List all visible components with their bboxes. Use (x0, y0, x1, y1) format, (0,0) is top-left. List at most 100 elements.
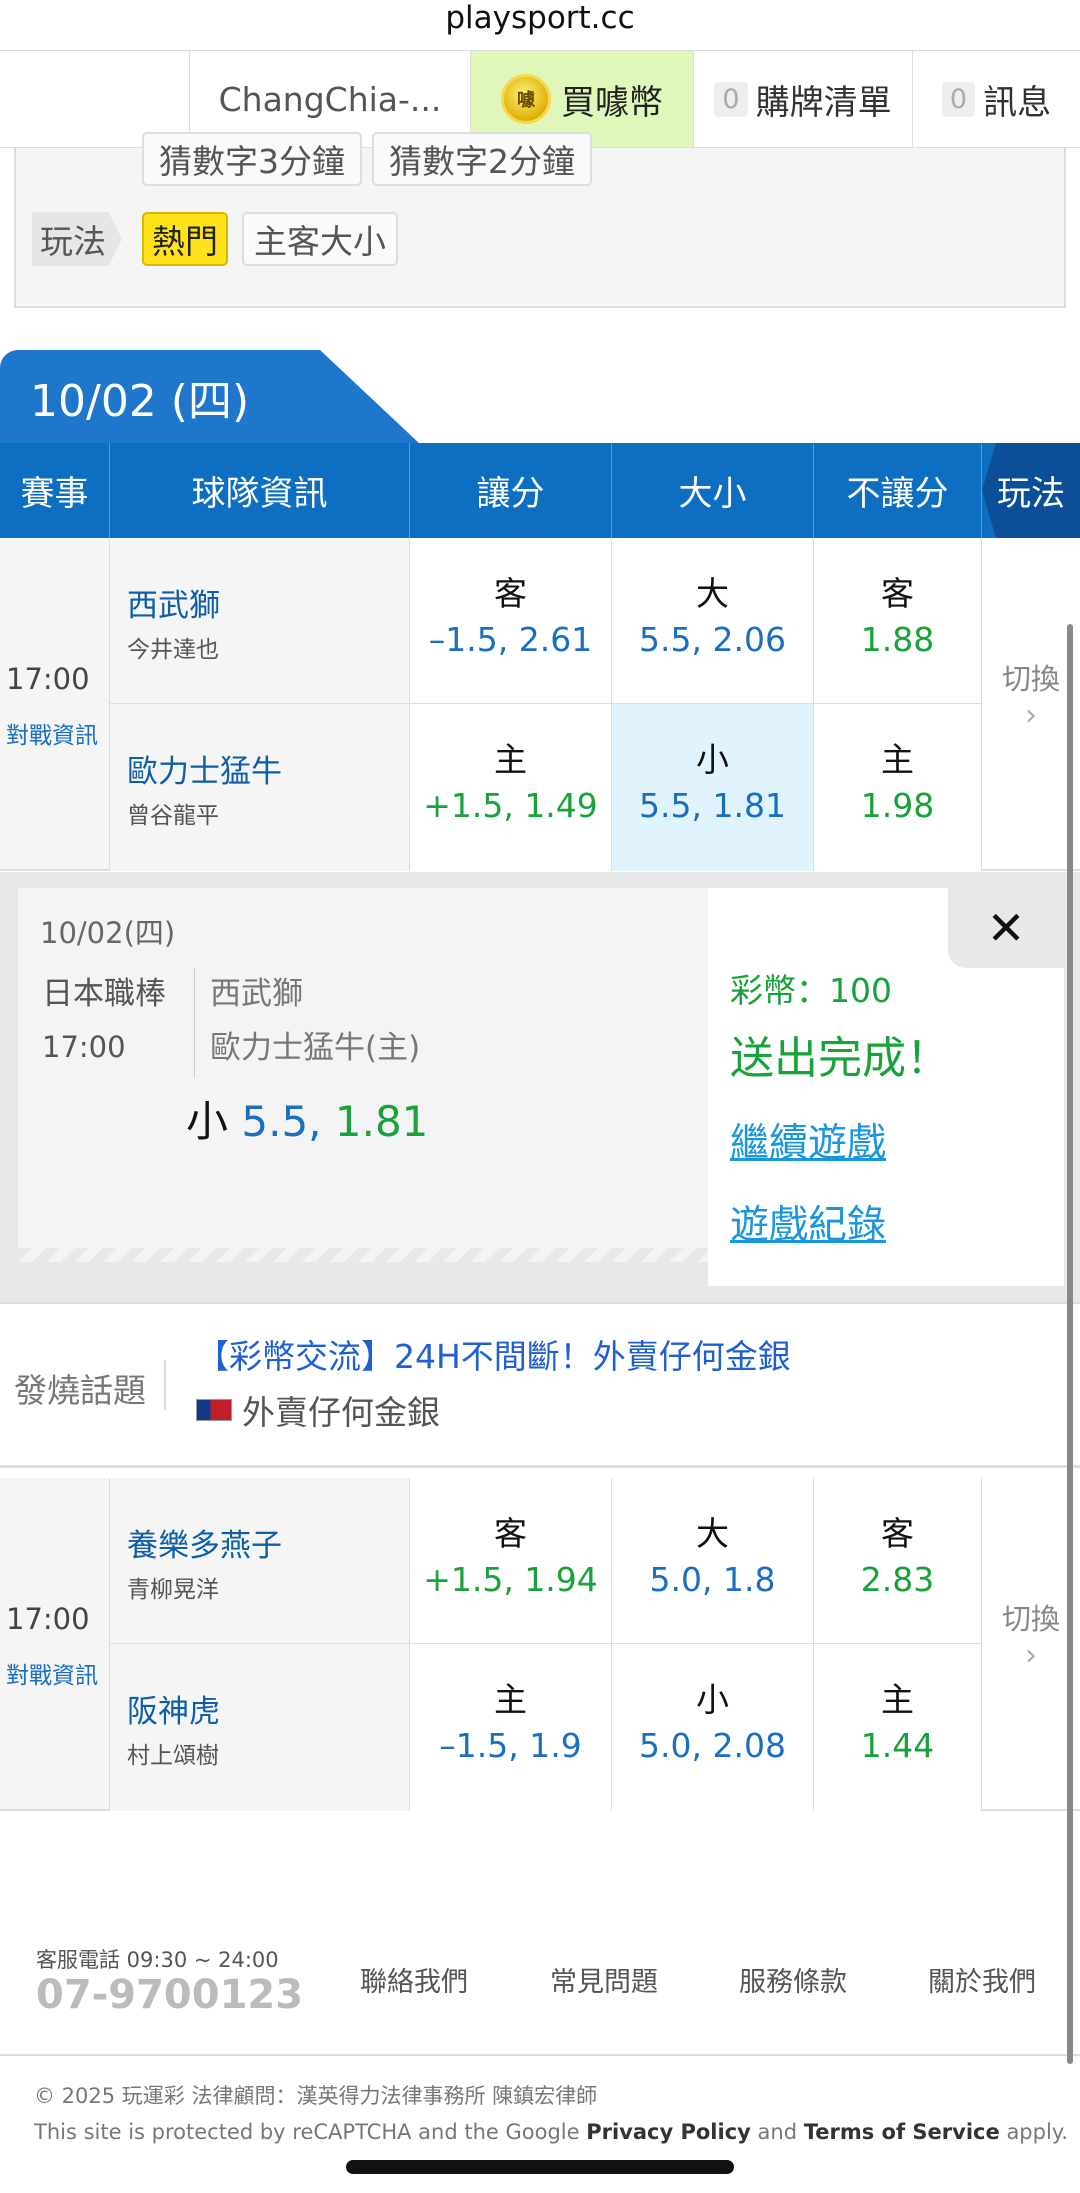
game-row-2: 17:00 對戰資訊 養樂多燕子 青柳晃洋 阪神虎 村上頌樹 客 +1.5, 1.… (0, 1478, 1080, 1811)
odds-ml-home[interactable]: 主 1.98 (814, 704, 982, 871)
filter-panel: 猜數字3分鐘 猜數字2分鐘 玩法 熱門 主客大小 (14, 132, 1066, 308)
coins-spent: 彩幣：100 (730, 971, 892, 1010)
team-name: 西武獅 (127, 588, 220, 624)
home-team-cell[interactable]: 阪神虎 村上頌樹 (110, 1644, 410, 1811)
odds-spread-away[interactable]: 客 +1.5, 1.94 (410, 1478, 612, 1643)
footer-link-terms[interactable]: 服務條款 (739, 1960, 847, 1999)
buy-coins-label: 買噱幣 (561, 82, 663, 123)
row-divider (110, 1643, 982, 1644)
url-text: playsport.cc (445, 0, 635, 36)
msg-count-badge: 0 (941, 81, 976, 117)
continue-game-link[interactable]: 繼續遊戲 (730, 1112, 886, 1168)
game-row-1: 17:00 對戰資訊 西武獅 今井達也 歐力士猛牛 曾谷龍平 客 –1.5, 2.… (0, 538, 1080, 871)
close-icon[interactable]: ✕ (948, 888, 1064, 968)
odds-ml-away[interactable]: 客 2.83 (814, 1478, 982, 1643)
url-bar[interactable]: playsport.cc (0, 0, 1080, 50)
ticket-time: 17:00 (42, 1030, 126, 1064)
chevron-right-icon: › (1025, 1638, 1037, 1673)
chevron-right-icon: › (1025, 698, 1037, 733)
footer-link-about[interactable]: 關於我們 (928, 1960, 1036, 1999)
table-header: 賽事 球隊資訊 讓分 大小 不讓分 玩法 (0, 443, 1080, 538)
cart-label: 購牌清單 (755, 82, 892, 123)
footer-link-faq[interactable]: 常見問題 (550, 1960, 658, 1999)
messages-label: 訊息 (983, 82, 1052, 123)
hot-topic-divider (164, 1360, 166, 1410)
pick-label: 小 (186, 1097, 229, 1146)
home-indicator[interactable] (346, 2160, 734, 2174)
home-team-cell[interactable]: 歐力士猛牛 曾谷龍平 (110, 704, 410, 871)
away-team-cell[interactable]: 養樂多燕子 青柳晃洋 (110, 1478, 410, 1643)
author-avatar-icon (196, 1399, 232, 1421)
team-name: 歐力士猛牛 (127, 754, 282, 790)
privacy-policy-link[interactable]: Privacy Policy (586, 2120, 751, 2144)
cart-count-badge: 0 (714, 81, 748, 117)
filter-chip-guess2[interactable]: 猜數字2分鐘 (372, 132, 592, 186)
vs-info-link[interactable]: 對戰資訊 (6, 716, 98, 750)
date-tab[interactable]: 10/02 (四) (0, 350, 420, 444)
ticket-league: 日本職棒 (42, 976, 166, 1012)
odds-total-over[interactable]: 大 5.5, 2.06 (612, 538, 814, 703)
game-record-link[interactable]: 遊戲紀錄 (730, 1194, 886, 1250)
odds-ml-home[interactable]: 主 1.44 (814, 1644, 982, 1811)
header-total: 大小 (612, 443, 814, 538)
header-event: 賽事 (0, 443, 110, 538)
game-time-cell: 17:00 對戰資訊 (0, 1478, 110, 1809)
hot-topic-author[interactable]: 外賣仔何金銀 (196, 1386, 440, 1434)
switch-play-button[interactable]: 切換 › (982, 538, 1080, 869)
hot-topic-bar: 發燒話題 【彩幣交流】24H不間斷！外賣仔何金銀 外賣仔何金銀 (0, 1302, 1080, 1468)
game-time: 17:00 (6, 1602, 90, 1636)
filter-chip-guess3[interactable]: 猜數字3分鐘 (142, 132, 362, 186)
switch-label: 切換 (1001, 1602, 1060, 1636)
footer-link-contact[interactable]: 聯絡我們 (360, 1960, 468, 1999)
filter-chip-home-away[interactable]: 主客大小 (242, 212, 398, 266)
odds-total-under-selected[interactable]: 小 5.5, 1.81 (612, 704, 814, 871)
ticket-team-home: 歐力士猛牛(主) (210, 1030, 421, 1066)
row-divider (110, 703, 982, 704)
filter-chip-hot[interactable]: 熱門 (142, 212, 228, 266)
terms-of-service-link[interactable]: Terms of Service (804, 2120, 1000, 2144)
pick-odds: 1.81 (334, 1097, 429, 1146)
header-moneyline: 不讓分 (814, 443, 982, 538)
pitcher-name: 曾谷龍平 (127, 803, 219, 829)
switch-label: 切換 (1001, 662, 1060, 696)
copyright: © 2025 玩運彩 法律顧問：漢英得力法律事務所 陳鎮宏律師 (34, 2084, 598, 2108)
play-mode-label: 玩法 (32, 212, 122, 266)
pick-line: 5.5, (241, 1097, 322, 1146)
ticket-date: 10/02(四) (40, 916, 176, 950)
service-phone[interactable]: 07-9700123 (36, 1972, 303, 2018)
odds-total-under[interactable]: 小 5.0, 2.08 (612, 1644, 814, 1811)
footer-divider (0, 2054, 1080, 2056)
hot-topic-title-link[interactable]: 【彩幣交流】24H不間斷！外賣仔何金銀 (196, 1330, 791, 1378)
game-time: 17:00 (6, 662, 90, 696)
ticket-team-away: 西武獅 (210, 976, 303, 1012)
team-name: 養樂多燕子 (127, 1528, 282, 1564)
hot-topic-label: 發燒話題 (14, 1371, 146, 1410)
pitcher-name: 青柳晃洋 (127, 1577, 219, 1603)
odds-spread-away[interactable]: 客 –1.5, 2.61 (410, 538, 612, 703)
header-play[interactable]: 玩法 (982, 443, 1080, 538)
messages-button[interactable]: 0 訊息 (913, 51, 1080, 147)
scrollbar[interactable] (1067, 624, 1073, 2064)
bet-ticket: 10/02(四) 日本職棒 17:00 西武獅 歐力士猛牛(主) 小 5.5, … (18, 888, 708, 1262)
ticket-zigzag-edge (18, 1234, 708, 1262)
odds-spread-home[interactable]: 主 –1.5, 1.9 (410, 1644, 612, 1811)
recaptcha-notice: This site is protected by reCAPTCHA and … (34, 2120, 1068, 2144)
pitcher-name: 村上頌樹 (127, 1743, 219, 1769)
odds-spread-home[interactable]: 主 +1.5, 1.49 (410, 704, 612, 871)
author-name: 外賣仔何金銀 (242, 1393, 440, 1432)
pitcher-name: 今井達也 (127, 637, 219, 663)
ticket-pick: 小 5.5, 1.81 (186, 1088, 428, 1149)
footer: 客服電話 09:30 ~ 24:00 07-9700123 聯絡我們 常見問題 … (0, 1820, 1080, 2144)
header-spread: 讓分 (410, 443, 612, 538)
away-team-cell[interactable]: 西武獅 今井達也 (110, 538, 410, 703)
odds-ml-away[interactable]: 客 1.88 (814, 538, 982, 703)
odds-total-over[interactable]: 大 5.0, 1.8 (612, 1478, 814, 1643)
switch-play-button[interactable]: 切換 › (982, 1478, 1080, 1809)
cart-button[interactable]: 0 購牌清單 (694, 51, 913, 147)
bet-confirm-panel: 10/02(四) 日本職棒 17:00 西武獅 歐力士猛牛(主) 小 5.5, … (0, 872, 1080, 1302)
vs-info-link[interactable]: 對戰資訊 (6, 1656, 98, 1690)
service-hours: 客服電話 09:30 ~ 24:00 (36, 1948, 279, 1972)
coin-icon: 噱 (501, 74, 551, 124)
ticket-divider (194, 968, 195, 1078)
submit-done-text: 送出完成！ (730, 1033, 950, 1084)
